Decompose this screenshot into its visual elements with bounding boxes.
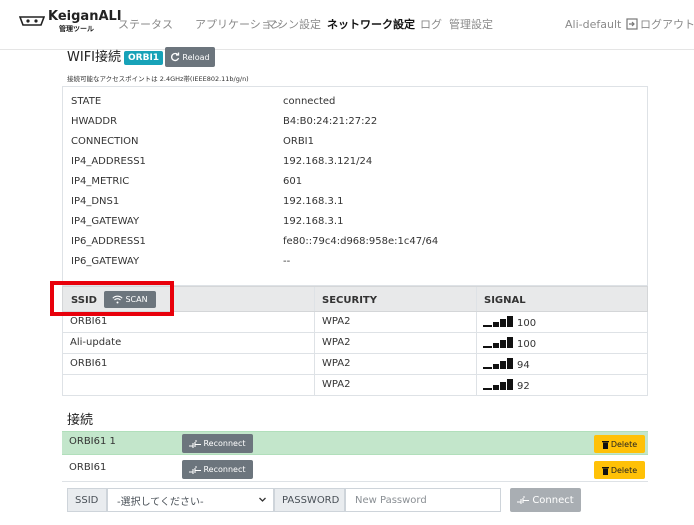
frequency-note: 接続可能なアクセスポイントは 2.4GHz帯(IEEE802.11b/g/n) <box>67 75 249 83</box>
plug-icon <box>517 496 530 504</box>
status-row: IP4_DNS1 192.168.3.1 <box>63 192 647 212</box>
brand-subtitle: 管理ツール <box>59 25 94 33</box>
connections-title: 接続 <box>67 413 94 428</box>
cell-signal: 100 <box>483 316 536 329</box>
trash-icon <box>601 440 609 449</box>
header-signal: SIGNAL <box>484 295 526 306</box>
logout-label: ログアウト <box>640 18 694 31</box>
status-key: CONNECTION <box>71 136 139 147</box>
status-value: ORBI1 <box>283 136 314 147</box>
status-value: fe80::79c4:d968:958e:1c47/64 <box>283 236 439 247</box>
status-key: IP4_DNS1 <box>71 196 120 207</box>
status-value: -- <box>283 256 291 267</box>
brand-logo-icon <box>19 16 45 26</box>
header-security: SECURITY <box>322 295 377 306</box>
ssid-label: SSID <box>67 488 107 512</box>
status-row: CONNECTION ORBI1 <box>63 132 647 152</box>
cell-security: WPA2 <box>322 379 351 390</box>
status-key: HWADDR <box>71 116 118 127</box>
reconnect-label: Reconnect <box>203 465 246 474</box>
connected-ssid-badge: ORBI1 <box>124 51 164 65</box>
ssid-select[interactable]: -選択してください- <box>107 488 274 512</box>
reload-button[interactable]: Reload <box>165 47 215 67</box>
signal-value: 92 <box>517 381 530 392</box>
cell-security: WPA2 <box>322 337 351 348</box>
signal-strength-icon <box>483 337 514 348</box>
connect-label: Connect <box>532 494 574 506</box>
cell-ssid: ORBI61 <box>70 358 108 369</box>
reconnect-button[interactable]: Reconnect <box>182 434 253 453</box>
cell-signal: 92 <box>483 379 530 392</box>
status-key: IP6_GATEWAY <box>71 256 140 267</box>
trash-icon <box>601 466 609 475</box>
nav-link-machine-settings[interactable]: マシン設定 <box>266 18 321 32</box>
status-row: IP4_GATEWAY 192.168.3.1 <box>63 212 647 232</box>
reconnect-button[interactable]: Reconnect <box>182 460 253 479</box>
cell-security: WPA2 <box>322 358 351 369</box>
cell-ssid: Ali-update <box>70 337 122 348</box>
logout-link[interactable]: ログアウト <box>626 16 694 32</box>
wifi-status-table: STATE connected HWADDR B4:B0:24:21:27:22… <box>62 86 648 286</box>
highlight-box <box>50 281 174 316</box>
status-row: STATE connected <box>63 92 647 112</box>
status-value: 601 <box>283 176 303 187</box>
brand-name[interactable]: KeiganALI <box>48 10 122 24</box>
delete-button[interactable]: Delete <box>594 435 645 453</box>
table-row[interactable]: WPA2 92 <box>62 375 648 396</box>
reload-label: Reload <box>182 52 210 62</box>
ssid-select-value: -選択してください- <box>117 496 204 508</box>
status-value: 192.168.3.1 <box>283 196 344 207</box>
nav-link-log[interactable]: ログ <box>420 18 442 32</box>
signal-strength-icon <box>483 379 514 390</box>
wifi-title: WIFI接続 <box>67 50 121 65</box>
reload-icon <box>171 52 180 62</box>
status-key: IP4_ADDRESS1 <box>71 156 146 167</box>
new-connection-form: SSID -選択してください- PASSWORD Connect <box>67 488 587 513</box>
logout-icon <box>626 18 638 30</box>
cell-signal: 100 <box>483 337 536 350</box>
signal-value: 100 <box>517 339 537 350</box>
plug-icon <box>189 439 202 448</box>
delete-label: Delete <box>610 439 638 449</box>
navbar: KeiganALI 管理ツール ステータス アプリケーション マシン設定 ネット… <box>0 0 694 50</box>
status-row: HWADDR B4:B0:24:21:27:22 <box>63 112 647 132</box>
status-key: IP4_METRIC <box>71 176 130 187</box>
cell-signal: 94 <box>483 358 530 371</box>
status-value: 192.168.3.121/24 <box>283 156 373 167</box>
nav-link-status[interactable]: ステータス <box>118 18 173 32</box>
table-row[interactable]: Ali-update WPA2 100 <box>62 333 648 354</box>
connection-name: ORBI61 <box>69 462 107 473</box>
table-row[interactable]: ORBI61 WPA2 94 <box>62 354 648 375</box>
cell-ssid: ORBI61 <box>70 316 108 327</box>
signal-value: 94 <box>517 360 530 371</box>
plug-icon <box>189 465 202 474</box>
status-key: IP6_ADDRESS1 <box>71 236 146 247</box>
status-value: 192.168.3.1 <box>283 216 344 227</box>
status-key: STATE <box>71 96 102 107</box>
connect-button[interactable]: Connect <box>510 488 581 512</box>
signal-strength-icon <box>483 316 514 327</box>
connection-row-active: ORBI61 1 Reconnect Delete <box>62 431 648 455</box>
chevron-down-icon <box>259 497 266 502</box>
status-key: IP4_GATEWAY <box>71 216 140 227</box>
status-value: B4:B0:24:21:27:22 <box>283 116 378 127</box>
status-row: IP6_GATEWAY -- <box>63 252 647 272</box>
cell-security: WPA2 <box>322 316 351 327</box>
current-user: Ali-default <box>565 18 622 31</box>
signal-value: 100 <box>517 318 537 329</box>
nav-link-admin-settings[interactable]: 管理設定 <box>449 18 493 32</box>
password-input[interactable] <box>345 488 501 512</box>
status-row: IP4_ADDRESS1 192.168.3.121/24 <box>63 152 647 172</box>
delete-label: Delete <box>610 465 638 475</box>
status-value: connected <box>283 96 336 107</box>
connection-name: ORBI61 1 <box>69 436 116 447</box>
status-row: IP4_METRIC 601 <box>63 172 647 192</box>
status-row: IP6_ADDRESS1 fe80::79c4:d968:958e:1c47/6… <box>63 232 647 252</box>
delete-button[interactable]: Delete <box>594 461 645 479</box>
password-label: PASSWORD <box>274 488 345 512</box>
reconnect-label: Reconnect <box>203 439 246 448</box>
connection-row: ORBI61 Reconnect Delete <box>62 458 648 482</box>
signal-strength-icon <box>483 358 514 369</box>
nav-link-network-settings[interactable]: ネットワーク設定 <box>327 18 415 32</box>
